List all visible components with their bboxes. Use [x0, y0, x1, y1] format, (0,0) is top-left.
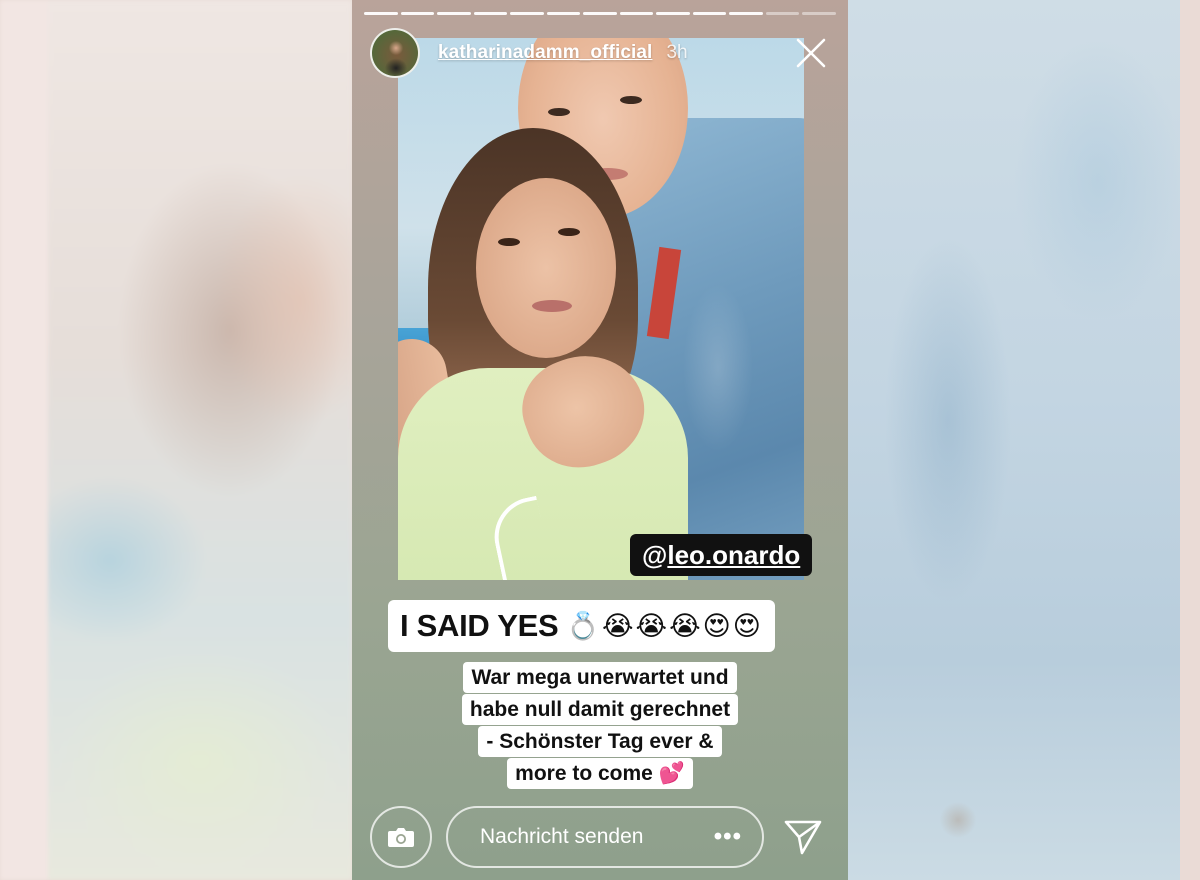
send-button[interactable]	[782, 816, 824, 858]
progress-segment	[802, 12, 836, 15]
caption-sub-line: - Schönster Tag ever &	[478, 726, 722, 757]
background-edge-strip	[0, 0, 48, 880]
caption-main: I SAID YES 💍😭😭😭😍😍	[388, 600, 775, 652]
mention-sticker[interactable]: @ leo.onardo	[630, 534, 813, 576]
caption-main-text: I SAID YES	[400, 608, 559, 643]
progress-segment	[510, 12, 544, 15]
progress-segment	[583, 12, 617, 15]
caption-heart-emoji: 💕	[658, 761, 685, 785]
photo-woman-eye	[558, 228, 580, 236]
username-link[interactable]: katharinadamm_official	[438, 42, 652, 64]
camera-button[interactable]	[370, 806, 432, 868]
story-photo[interactable]	[398, 38, 804, 580]
progress-segment	[473, 12, 508, 15]
photo-woman-eye	[498, 238, 520, 246]
progress-segment	[619, 12, 654, 15]
progress-segment	[729, 12, 763, 15]
caption-sub-line: War mega unerwartet und	[463, 662, 737, 693]
progress-segment	[437, 12, 471, 15]
photo-woman-mouth	[532, 300, 572, 312]
caption-sub-line-last: more to come 💕	[507, 758, 693, 789]
send-icon	[784, 820, 822, 855]
camera-icon	[388, 828, 414, 847]
progress-segment	[546, 12, 581, 15]
story-timestamp: 3h	[666, 42, 688, 63]
progress-segment	[692, 12, 727, 15]
photo-man-eye	[620, 96, 642, 104]
avatar[interactable]	[370, 28, 420, 78]
photo-woman-face	[476, 178, 616, 358]
mention-username: leo.onardo	[667, 539, 801, 570]
caption-sub: War mega unerwartet und habe null damit …	[352, 662, 848, 790]
background-edge-strip	[1180, 0, 1200, 880]
message-input[interactable]: Nachricht senden •••	[446, 806, 764, 868]
story-viewer[interactable]: katharinadamm_official 3h @ leo.onardo I …	[352, 0, 848, 880]
caption-sub-line: habe null damit gerechnet	[461, 694, 739, 725]
screen: katharinadamm_official 3h @ leo.onardo I …	[0, 0, 1200, 880]
progress-segment	[364, 12, 398, 15]
more-options-icon[interactable]: •••	[714, 823, 742, 851]
message-input-placeholder: Nachricht senden	[480, 825, 644, 848]
story-header: katharinadamm_official 3h	[370, 28, 834, 78]
blurred-background-left	[0, 0, 352, 880]
blurred-background-right	[848, 0, 1200, 880]
photo-man-eye	[548, 108, 570, 116]
progress-segment	[765, 12, 800, 15]
close-icon	[796, 38, 826, 68]
caption-sub-line-text: more to come	[515, 762, 653, 785]
caption-main-emojis: 💍😭😭😭😍😍	[566, 611, 763, 642]
progress-segment	[400, 12, 435, 15]
mention-at-sign: @	[642, 539, 668, 570]
story-progress-bar	[364, 12, 836, 15]
close-button[interactable]	[792, 34, 830, 72]
progress-segment	[656, 12, 690, 15]
